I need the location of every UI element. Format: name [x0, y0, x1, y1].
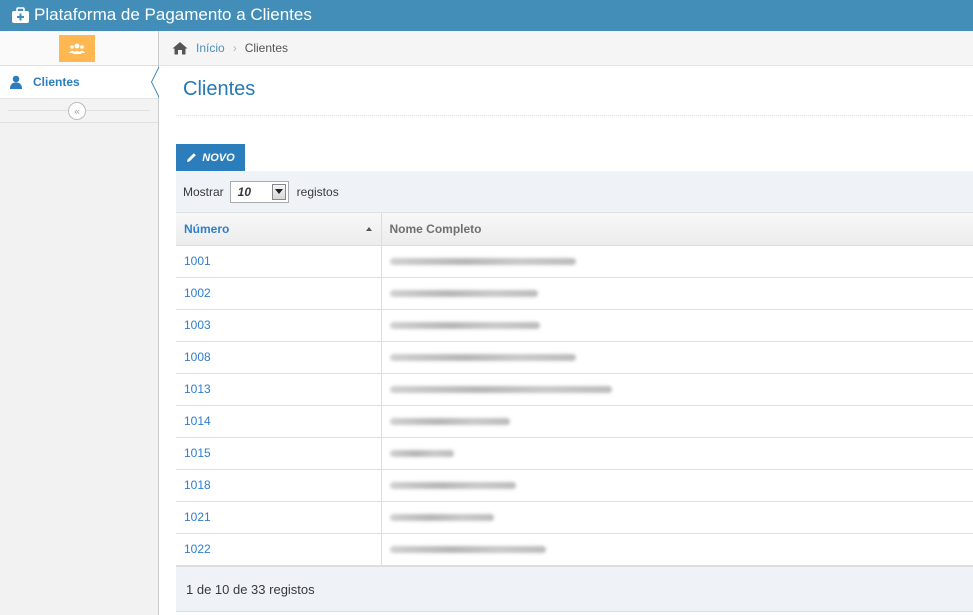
- table-row[interactable]: 1008: [176, 341, 973, 374]
- redacted-name: [389, 514, 494, 521]
- redacted-name: [389, 386, 612, 393]
- table-row[interactable]: 1022: [176, 533, 973, 566]
- page-size-select[interactable]: 10: [229, 180, 289, 203]
- cell-nome-redacted: [381, 245, 973, 278]
- cell-nome-redacted: [381, 533, 973, 566]
- table-toolbar: Mostrar 10 registos: [176, 171, 973, 213]
- breadcrumb-separator: ›: [232, 41, 237, 55]
- user-icon: [10, 75, 22, 89]
- redacted-name: [389, 290, 538, 297]
- cell-numero[interactable]: 1008: [176, 341, 382, 374]
- records-label: registos: [296, 184, 339, 199]
- table-row[interactable]: 1018: [176, 469, 973, 502]
- table-row[interactable]: 1021: [176, 501, 973, 534]
- table-row[interactable]: 1013: [176, 373, 973, 406]
- cell-numero[interactable]: 1014: [176, 405, 382, 438]
- breadcrumb-home-link[interactable]: Início: [196, 41, 225, 55]
- redacted-name: [389, 322, 540, 329]
- new-client-label: NOVO: [202, 151, 235, 164]
- show-label: Mostrar: [183, 184, 224, 199]
- cell-numero[interactable]: 1001: [176, 245, 382, 278]
- cell-numero[interactable]: 1015: [176, 437, 382, 470]
- new-client-button[interactable]: NOVO: [176, 144, 245, 171]
- clients-table: Número Nome Completo 1001 1002 1003 1008…: [176, 213, 973, 566]
- cell-numero[interactable]: 1022: [176, 533, 382, 566]
- page-size-value: 10: [237, 184, 252, 199]
- table-row[interactable]: 1002: [176, 277, 973, 310]
- cell-nome-redacted: [381, 277, 973, 310]
- cell-nome-redacted: [381, 373, 973, 406]
- cell-numero[interactable]: 1021: [176, 501, 382, 534]
- cell-nome-redacted: [381, 405, 973, 438]
- top-navbar: Plataforma de Pagamento a Clientes: [0, 0, 973, 31]
- page-title: Clientes: [183, 78, 256, 100]
- cell-numero[interactable]: 1003: [176, 309, 382, 342]
- redacted-name: [389, 482, 516, 489]
- cell-numero[interactable]: 1002: [176, 277, 382, 310]
- pagination-footer: 1 de 10 de 33 registos: [176, 566, 973, 612]
- chevron-down-icon[interactable]: [271, 183, 286, 200]
- medkit-icon: [12, 6, 29, 23]
- sidebar-collapse-bar: «: [0, 99, 158, 123]
- breadcrumb: Início › Clientes: [159, 31, 973, 66]
- cell-nome-redacted: [381, 437, 973, 470]
- sidebar: Clientes «: [0, 31, 159, 615]
- table-row[interactable]: 1003: [176, 309, 973, 342]
- redacted-name: [389, 258, 576, 265]
- redacted-name: [389, 418, 510, 425]
- sidebar-shortcuts: [0, 31, 158, 66]
- sidebar-item-clientes[interactable]: Clientes: [0, 66, 159, 99]
- column-header-numero[interactable]: Número: [176, 213, 382, 246]
- pencil-icon: [187, 153, 197, 162]
- redacted-name: [389, 450, 454, 457]
- cell-nome-redacted: [381, 501, 973, 534]
- app-title: Plataforma de Pagamento a Clientes: [34, 5, 312, 24]
- active-indicator-inner: [152, 68, 159, 96]
- sidebar-item-label: Clientes: [33, 75, 80, 89]
- cell-nome-redacted: [381, 469, 973, 502]
- column-header-nome[interactable]: Nome Completo: [381, 213, 973, 246]
- sort-asc-icon: [365, 227, 372, 231]
- cell-nome-redacted: [381, 309, 973, 342]
- table-row[interactable]: 1014: [176, 405, 973, 438]
- shortcut-button[interactable]: [59, 35, 95, 62]
- page-header: Clientes: [176, 66, 973, 116]
- redacted-name: [389, 546, 546, 553]
- double-chevron-left-icon[interactable]: «: [68, 102, 86, 120]
- redacted-name: [389, 354, 576, 361]
- breadcrumb-current: Clientes: [244, 41, 289, 55]
- cell-nome-redacted: [381, 341, 973, 374]
- cell-numero[interactable]: 1013: [176, 373, 382, 406]
- table-row[interactable]: 1015: [176, 437, 973, 470]
- table-header-row: Número Nome Completo: [176, 213, 973, 246]
- home-icon: [172, 42, 188, 55]
- table-row[interactable]: 1001: [176, 245, 973, 278]
- cell-numero[interactable]: 1018: [176, 469, 382, 502]
- pagination-summary: 1 de 10 de 33 registos: [186, 581, 315, 597]
- users-icon: [69, 43, 85, 54]
- app-brand[interactable]: Plataforma de Pagamento a Clientes: [11, 3, 312, 27]
